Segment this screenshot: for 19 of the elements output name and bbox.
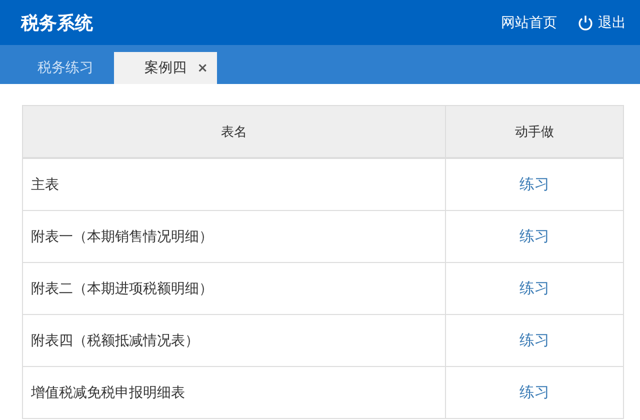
practice-link[interactable]: 练习 [520,175,550,193]
table-cell: 增值税减免税申报明细表 [22,366,446,418]
tab[interactable]: 税务练习 [17,52,114,84]
close-icon[interactable]: × [197,60,208,76]
header-link[interactable]: 网站首页 [501,14,557,32]
practice-link[interactable]: 练习 [520,279,550,297]
column-header: 表名 [22,106,446,158]
app-title: 税务系统 [21,12,93,34]
column-header: 动手做 [446,106,624,158]
table-cell: 主表 [22,158,446,210]
practice-link[interactable]: 练习 [520,227,550,245]
practice-link[interactable]: 练习 [520,383,550,401]
table-cell: 附表四（税额抵减情况表） [22,314,446,366]
tab[interactable]: 案例四 × [114,52,217,84]
power-icon [577,14,594,31]
table-cell: 附表二（本期进项税额明细） [22,262,446,314]
practice-link[interactable]: 练习 [520,331,550,349]
table-cell: 附表一（本期销售情况明细） [22,210,446,262]
header-link[interactable]: 退出 [577,14,626,32]
